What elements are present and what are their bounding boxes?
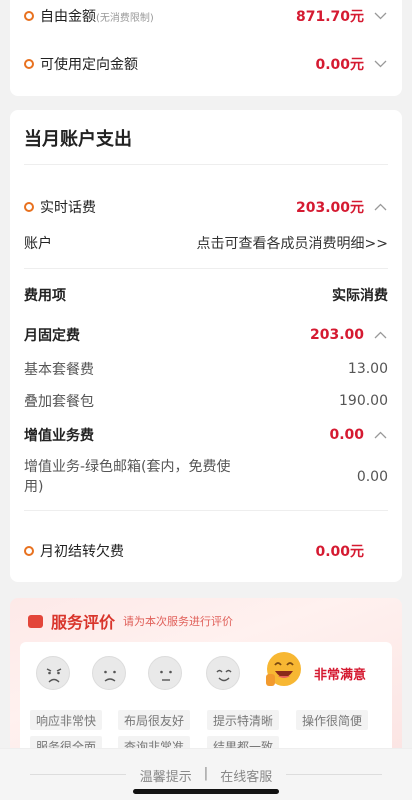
neutral-face-icon[interactable] bbox=[148, 656, 182, 690]
smile-face-icon[interactable] bbox=[206, 656, 240, 690]
orange-dot-icon bbox=[24, 202, 34, 212]
balance-card: 自由金额 (无消费限制) 871.70元 可使用定向金额 0.00元 bbox=[10, 0, 402, 96]
chat-bubble-icon bbox=[28, 614, 43, 628]
tips-link[interactable]: 温馨提示 bbox=[140, 766, 192, 785]
rating-tag[interactable]: 提示特清晰 bbox=[207, 710, 280, 730]
basic-plan-value: 13.00 bbox=[347, 361, 388, 377]
realtime-fee-value: 203.00元 bbox=[295, 200, 364, 216]
footer-links: 温馨提示 | 在线客服 bbox=[0, 766, 412, 785]
rating-tag[interactable]: 布局很友好 bbox=[118, 710, 191, 730]
fixed-fee-value: 203.00 bbox=[309, 327, 364, 343]
directed-amount-row[interactable]: 可使用定向金额 0.00元 bbox=[24, 52, 388, 76]
basic-plan-label: 基本套餐费 bbox=[24, 362, 94, 378]
realtime-fee-row[interactable]: 实时话费 203.00元 bbox=[24, 196, 388, 218]
carryover-value: 0.00元 bbox=[315, 544, 364, 560]
chevron-up-icon[interactable] bbox=[372, 327, 388, 343]
chevron-down-icon[interactable] bbox=[372, 56, 388, 72]
addon-pack-label: 叠加套餐包 bbox=[24, 394, 94, 410]
orange-dot-icon bbox=[24, 11, 34, 21]
angry-face-icon[interactable] bbox=[36, 656, 70, 690]
rating-tag[interactable]: 操作很简便 bbox=[296, 710, 369, 730]
rating-tag[interactable]: 响应非常快 bbox=[30, 710, 103, 730]
service-rating-card: 服务评价 请为本次服务进行评价 非常满意 响应非常快 布局很友好 提示特清晰 操… bbox=[10, 598, 402, 758]
table-row: 增值业务-绿色邮箱(套内，免费使用) 0.00 bbox=[24, 456, 388, 498]
vas-fee-value: 0.00 bbox=[329, 427, 364, 443]
directed-amount-label: 可使用定向金额 bbox=[40, 57, 138, 73]
orange-dot-icon bbox=[24, 546, 34, 556]
free-amount-value: 871.70元 bbox=[295, 9, 364, 25]
actual-consumption-header: 实际消费 bbox=[332, 288, 388, 304]
divider bbox=[24, 268, 388, 269]
rating-subtitle: 请为本次服务进行评价 bbox=[123, 615, 234, 628]
table-row: 基本套餐费 13.00 bbox=[24, 358, 388, 380]
rating-header: 服务评价 请为本次服务进行评价 bbox=[28, 609, 233, 633]
realtime-fee-label: 实时话费 bbox=[40, 200, 96, 216]
table-header: 费用项 实际消费 bbox=[24, 284, 388, 306]
divider bbox=[24, 510, 388, 511]
addon-pack-value: 190.00 bbox=[339, 393, 388, 409]
rating-panel: 非常满意 响应非常快 布局很友好 提示特清晰 操作很简便 服务很全面 查询非常准… bbox=[20, 642, 392, 758]
chevron-up-icon[interactable] bbox=[372, 427, 388, 443]
vas-fee-label: 增值业务费 bbox=[24, 428, 94, 444]
carryover-label: 月初结转欠费 bbox=[40, 544, 124, 560]
home-indicator bbox=[133, 789, 279, 794]
sad-face-icon[interactable] bbox=[92, 656, 126, 690]
fixed-fee-row[interactable]: 月固定费 203.00 bbox=[24, 324, 388, 346]
member-detail-link[interactable]: 点击可查看各成员消费明细>> bbox=[197, 233, 388, 253]
table-row: 叠加套餐包 190.00 bbox=[24, 390, 388, 412]
footer-bar: 温馨提示 | 在线客服 bbox=[0, 748, 412, 800]
online-service-link[interactable]: 在线客服 bbox=[220, 766, 272, 785]
rating-title: 服务评价 bbox=[51, 613, 116, 632]
free-amount-label: 自由金额 bbox=[40, 9, 96, 25]
footer-separator: | bbox=[203, 766, 209, 781]
fee-item-header: 费用项 bbox=[24, 288, 66, 304]
chevron-down-icon[interactable] bbox=[372, 8, 388, 24]
orange-dot-icon bbox=[24, 59, 34, 69]
vas-mail-label: 增值业务-绿色邮箱(套内，免费使用) bbox=[24, 459, 231, 495]
vas-mail-value: 0.00 bbox=[356, 469, 388, 485]
section-header: 当月账户支出 bbox=[24, 124, 388, 152]
account-label: 账户 bbox=[24, 236, 52, 252]
carryover-row: 月初结转欠费 0.00元 bbox=[24, 540, 388, 562]
directed-amount-value: 0.00元 bbox=[315, 57, 364, 73]
fixed-fee-label: 月固定费 bbox=[24, 328, 80, 344]
free-amount-row[interactable]: 自由金额 (无消费限制) 871.70元 bbox=[24, 4, 388, 28]
divider bbox=[24, 164, 388, 165]
selected-rating-label: 非常满意 bbox=[314, 668, 367, 683]
chevron-up-icon[interactable] bbox=[372, 199, 388, 215]
very-satisfied-face-icon[interactable] bbox=[264, 650, 304, 690]
monthly-expense-card: 当月账户支出 实时话费 203.00元 账户 点击可查看各成员消费明细>> 费用… bbox=[10, 110, 402, 582]
free-amount-note: (无消费限制) bbox=[96, 12, 154, 24]
account-row[interactable]: 账户 点击可查看各成员消费明细>> bbox=[24, 232, 388, 254]
section-title: 当月账户支出 bbox=[24, 129, 132, 150]
vas-fee-row[interactable]: 增值业务费 0.00 bbox=[24, 424, 388, 446]
